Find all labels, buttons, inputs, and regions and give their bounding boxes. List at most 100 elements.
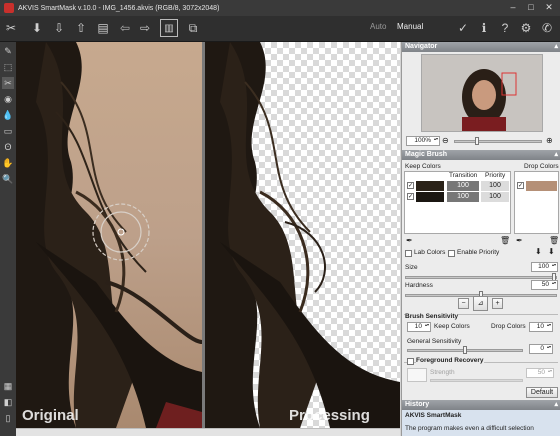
mode-manual[interactable]: Manual	[397, 22, 423, 31]
recovery-color-swatch[interactable]	[407, 368, 427, 382]
open-icon[interactable]: ⬇	[28, 19, 46, 37]
strength-slider[interactable]	[430, 379, 523, 382]
help-icon[interactable]: ?	[496, 19, 514, 37]
drop-color-swatch	[526, 181, 557, 191]
horizontal-scrollbar[interactable]	[16, 428, 400, 436]
color-swatch	[416, 192, 444, 202]
original-view[interactable]: Original	[16, 42, 202, 428]
foreground-recovery-label: Foreground Recovery	[416, 357, 484, 364]
title-bar: AKVIS SmartMask v.10.0 - IMG_1456.akvis …	[0, 0, 560, 16]
default-button[interactable]: Default	[526, 387, 558, 398]
window-title: AKVIS SmartMask v.10.0 - IMG_1456.akvis …	[18, 4, 220, 12]
drop-colors-sens-label: Drop Colors	[491, 323, 526, 330]
priority-value[interactable]: 100	[481, 181, 509, 191]
processing-label: Processing	[289, 407, 370, 424]
app-icon	[4, 3, 14, 13]
zoom-icon[interactable]: 🔍	[2, 173, 14, 185]
zoom-minus-icon[interactable]: ⊖	[442, 136, 449, 145]
priority-header: Priority	[485, 172, 506, 179]
transition-value[interactable]: 100	[447, 192, 479, 202]
save-colors-icon[interactable]: ⬇	[548, 247, 555, 256]
view-split-icon[interactable]: ▯	[2, 412, 14, 424]
redo-icon[interactable]: ⇨	[136, 19, 154, 37]
mode-auto[interactable]: Auto	[370, 22, 386, 31]
close-button[interactable]: ✕	[542, 2, 556, 13]
history-header[interactable]: History ▴	[402, 400, 560, 410]
processing-view[interactable]: Processing	[205, 42, 400, 428]
general-sensitivity-field[interactable]: 0	[529, 344, 553, 354]
navigator-header[interactable]: Navigator ▴	[402, 42, 560, 52]
layers-view-icon[interactable]: ⧉	[184, 19, 202, 37]
load-icon[interactable]: ⬇	[535, 247, 542, 256]
tutorial-icon[interactable]: ✆	[538, 19, 556, 37]
save-icon[interactable]: ⇩	[50, 19, 68, 37]
navigator-preview[interactable]	[421, 54, 543, 132]
zoom-plus-icon[interactable]: ⊕	[546, 136, 553, 145]
general-sensitivity-slider[interactable]	[407, 346, 523, 354]
minimize-button[interactable]: –	[506, 2, 520, 13]
settings-icon[interactable]: ⚙	[517, 19, 535, 37]
publish-icon[interactable]: ⇧	[72, 19, 90, 37]
collapse-icon[interactable]: ▴	[554, 400, 558, 410]
zoom-slider[interactable]	[454, 137, 542, 145]
print-icon[interactable]: ▤	[94, 19, 112, 37]
lab-colors-label: Lab Colors	[414, 249, 446, 256]
keep-colors-list[interactable]: Transition Priority ✓ 100 100 ✓ 100 100	[404, 171, 511, 234]
strength-field[interactable]: 50	[526, 368, 554, 378]
row-checkbox[interactable]: ✓	[407, 193, 414, 200]
eraser-icon[interactable]: ▭	[2, 125, 14, 137]
lab-colors-checkbox[interactable]	[405, 250, 412, 257]
zoom-slider-thumb[interactable]	[475, 137, 479, 145]
keep-sensitivity-field[interactable]: 10	[407, 322, 431, 332]
keep-color-row[interactable]: ✓ 100 100	[405, 192, 510, 202]
maximize-button[interactable]: □	[524, 2, 538, 13]
foreground-recovery-checkbox[interactable]	[407, 358, 414, 365]
keep-brush-icon[interactable]: ◉	[2, 93, 14, 105]
enable-priority-label: Enable Priority	[457, 249, 500, 256]
size-field[interactable]: 100	[531, 262, 558, 272]
drop-delete-icon[interactable]: 🗑	[549, 236, 559, 245]
collapse-icon[interactable]: ▴	[554, 42, 558, 52]
apply-icon[interactable]: ✓	[454, 19, 472, 37]
hardness-field[interactable]: 50	[531, 280, 558, 290]
general-sensitivity-label: General Sensitivity	[407, 338, 462, 345]
drop-eyedropper-icon[interactable]: ✒	[516, 236, 523, 245]
magic-brush-header[interactable]: Magic Brush ▴	[402, 150, 560, 160]
enable-priority-checkbox[interactable]	[448, 250, 455, 257]
selection-icon[interactable]: ⬚	[2, 61, 14, 73]
brush-minus-button[interactable]: −	[458, 298, 469, 309]
scissors-icon[interactable]: ✂	[2, 19, 20, 37]
size-slider[interactable]	[405, 273, 557, 281]
chroma-key-icon[interactable]: ✂	[2, 77, 14, 89]
processed-hair-image	[205, 42, 400, 428]
undo-icon[interactable]: ⇦	[116, 19, 134, 37]
drop-colors-list[interactable]: ✓	[514, 171, 559, 234]
transition-value[interactable]: 100	[447, 181, 479, 191]
keep-delete-icon[interactable]: 🗑	[500, 236, 510, 245]
info-icon[interactable]: ℹ	[475, 19, 493, 37]
collapse-icon[interactable]: ▴	[554, 150, 558, 160]
split-view-icon[interactable]: ▥	[160, 19, 178, 37]
original-label: Original	[22, 407, 79, 424]
drop-row-checkbox[interactable]: ✓	[517, 182, 524, 189]
navigator-thumbnail	[422, 55, 542, 131]
drop-icon[interactable]: 💧	[2, 109, 14, 121]
size-label: Size	[405, 264, 418, 271]
hand-icon[interactable]: ✋	[2, 157, 14, 169]
brush-preview-icon[interactable]: ⊿	[473, 296, 488, 311]
history-text: The program makes even a difficult selec…	[405, 425, 534, 432]
zoom-field[interactable]: 100%	[406, 136, 440, 146]
brush-plus-button[interactable]: +	[492, 298, 503, 309]
row-checkbox[interactable]: ✓	[407, 182, 414, 189]
priority-value[interactable]: 100	[481, 192, 509, 202]
magic-brush-icon[interactable]: ✎	[2, 45, 14, 57]
view-before-after-icon[interactable]: ◧	[2, 396, 14, 408]
keep-color-row[interactable]: ✓ 100 100	[405, 181, 510, 191]
general-sensitivity-thumb[interactable]	[463, 346, 467, 354]
drop-sensitivity-field[interactable]: 10	[529, 322, 553, 332]
right-panel: Navigator ▴ 100% ⊖ ⊕ Magic Brush ▴ Keep …	[401, 42, 560, 436]
magic-brush-title: Magic Brush	[405, 151, 448, 158]
lasso-icon[interactable]: ʘ	[2, 141, 14, 153]
keep-eyedropper-icon[interactable]: ✒	[406, 236, 413, 245]
checker-bg-icon[interactable]: ▦	[2, 380, 14, 392]
